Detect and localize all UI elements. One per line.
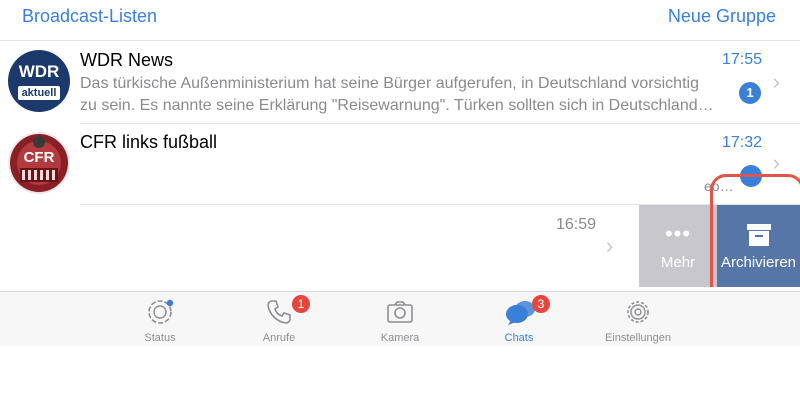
chats-badge: 3 <box>532 295 550 313</box>
more-label: Mehr <box>660 254 696 271</box>
new-group-link[interactable]: Neue Gruppe <box>668 6 776 27</box>
chevron-right-icon: › <box>772 69 780 94</box>
tab-chats[interactable]: 3 Chats <box>469 292 569 346</box>
chat-row-cfr[interactable]: CFR CFR links fußball 17:32 › eo… <box>0 124 800 204</box>
chat-time: 16:59 <box>556 216 597 233</box>
chat-time: 17:32 <box>721 134 762 151</box>
tab-label: Anrufe <box>262 332 296 344</box>
tab-label: Status <box>144 332 176 344</box>
chat-name: CFR links fußball <box>80 132 218 152</box>
camera-icon <box>387 301 413 323</box>
calls-badge: 1 <box>292 295 310 313</box>
more-button[interactable]: ••• Mehr <box>639 205 717 287</box>
unread-badge: 1 <box>739 82 761 104</box>
tab-label: Einstellungen <box>604 332 672 344</box>
avatar-logo-subtext: aktuell <box>18 86 60 100</box>
tab-camera[interactable]: Kamera <box>350 292 450 346</box>
tab-settings[interactable]: Einstellungen <box>588 292 688 346</box>
chat-time: 17:55 <box>721 51 762 68</box>
broadcast-lists-link[interactable]: Broadcast-Listen <box>22 6 157 27</box>
ellipsis-icon: ••• <box>664 221 692 246</box>
tab-calls[interactable]: 1 Anrufe <box>229 292 329 346</box>
chevron-right-icon: › <box>606 233 614 258</box>
tab-label: Chats <box>504 332 534 344</box>
chat-row-swiped[interactable]: 16:59 › <box>0 205 639 287</box>
chat-preview-line-1: Das türkische Außenministerium hat seine… <box>80 75 699 92</box>
top-nav-bar: Broadcast-Listen Neue Gruppe <box>0 0 800 41</box>
avatar-logo-text: WDR <box>18 62 60 81</box>
avatar: WDR aktuell <box>8 50 70 112</box>
chat-preview-line-2: zu sein. Es nannte seine Erklärung "Reis… <box>80 97 714 114</box>
tab-status[interactable]: Status <box>110 292 210 346</box>
avatar-logo-text: CFR <box>23 149 55 166</box>
tab-label: Kamera <box>380 332 420 344</box>
avatar: CFR <box>8 132 70 194</box>
chat-row-wdr-news[interactable]: WDR aktuell WDR News 17:55 Das türkische… <box>0 41 800 123</box>
tab-bar: Status 1 Anrufe Kamera 3 Chats Einstellu… <box>0 291 800 346</box>
status-icon <box>148 299 174 324</box>
chat-name: WDR News <box>80 50 173 70</box>
phone-icon <box>267 300 291 324</box>
chevron-right-icon: › <box>772 150 780 175</box>
gear-icon <box>627 301 649 323</box>
